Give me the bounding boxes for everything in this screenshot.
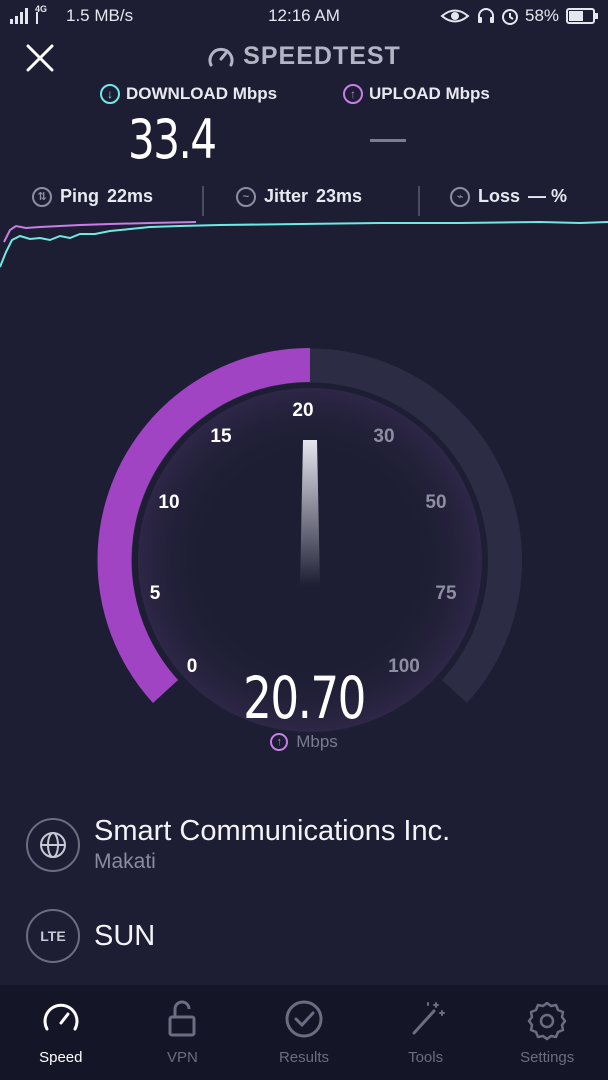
gauge-needle: [300, 440, 320, 586]
tick-label: 10: [158, 492, 179, 513]
ping-icon: ⇅: [32, 186, 52, 207]
loss-label: Loss: [478, 186, 521, 206]
isp-location: Makati: [94, 850, 156, 873]
app-title-bar: SPEEDTEST: [0, 42, 608, 71]
download-label-text: DOWNLOAD Mbps: [126, 84, 278, 103]
nav-item-results[interactable]: Results: [243, 985, 365, 1080]
lock-icon: [168, 1000, 196, 1037]
tick-label: 30: [373, 426, 394, 447]
isp-info[interactable]: Smart Communications Inc. Makati: [26, 815, 450, 874]
nav-label-results: Results: [278, 1049, 329, 1066]
isp-name: Smart Communications Inc.: [94, 815, 451, 847]
carrier-info[interactable]: LTE SUN: [26, 909, 155, 963]
speedometer-logo-icon: [208, 47, 234, 66]
nav-label-speed: Speed: [39, 1049, 83, 1066]
download-graph-line: [0, 220, 608, 268]
ping-label: Ping: [60, 186, 99, 206]
gear-icon: [527, 1001, 567, 1041]
tick-label: 75: [435, 583, 457, 604]
loss-metric: ⌁ Loss — %: [450, 186, 567, 207]
lte-icon: LTE: [26, 909, 80, 963]
upload-arrow-icon: ↑: [343, 84, 363, 104]
nav-item-speed[interactable]: Speed: [0, 985, 122, 1080]
jitter-icon: ~: [236, 186, 256, 207]
speedometer-icon: [43, 1003, 79, 1031]
current-speed-unit: ↑ Mbps: [0, 732, 608, 752]
alarm-icon: [502, 9, 518, 25]
carrier-name: SUN: [94, 919, 156, 952]
upload-arrow-icon: ↑: [270, 733, 289, 751]
bottom-nav: Speed VPN Results Tools Settings: [0, 985, 608, 1080]
download-label: ↓ DOWNLOAD Mbps: [100, 84, 277, 104]
download-arrow-icon: ↓: [100, 84, 120, 104]
nav-label-tools: Tools: [408, 1049, 444, 1066]
nav-label-vpn: VPN: [166, 1049, 198, 1066]
nav-item-vpn[interactable]: VPN: [122, 985, 244, 1080]
headset-icon: [478, 8, 494, 23]
nav-label-settings: Settings: [520, 1049, 575, 1066]
ping-metric: ⇅ Ping 22ms: [32, 186, 153, 207]
jitter-value: 23ms: [316, 186, 363, 206]
eye-icon: [440, 9, 470, 23]
jitter-label: Jitter: [264, 186, 309, 206]
nav-item-settings[interactable]: Settings: [486, 985, 608, 1080]
tick-label: 20: [292, 400, 313, 421]
tick-label: 50: [425, 492, 446, 513]
speed-history-graph: [0, 220, 608, 268]
current-speed-value: 20.70: [0, 664, 608, 732]
upload-label: ↑ UPLOAD Mbps: [343, 84, 490, 104]
nav-item-tools[interactable]: Tools: [365, 985, 487, 1080]
status-bar: 4G 1.5 MB/s 12:16 AM 58%: [0, 0, 608, 32]
tick-label: 5: [150, 583, 161, 604]
upload-label-text: UPLOAD Mbps: [369, 84, 490, 103]
current-speed-text: 20.70: [243, 664, 366, 732]
battery-percent: 58%: [525, 6, 560, 25]
checkmark-icon: [285, 1000, 323, 1038]
globe-icon: [26, 817, 80, 872]
battery-icon: [566, 8, 598, 24]
app-title: SPEEDTEST: [243, 42, 401, 70]
ping-value: 22ms: [107, 186, 154, 206]
tick-label: 15: [210, 426, 232, 447]
download-value: 33.4: [128, 108, 217, 171]
upload-value-placeholder: [370, 139, 406, 142]
lte-badge-text: LTE: [40, 928, 66, 944]
speed-unit-text: Mbps: [296, 732, 338, 751]
loss-icon: ⌁: [450, 186, 470, 207]
loss-value: — %: [528, 186, 568, 206]
jitter-metric: ~ Jitter 23ms: [236, 186, 362, 207]
wand-icon: [412, 1002, 445, 1035]
